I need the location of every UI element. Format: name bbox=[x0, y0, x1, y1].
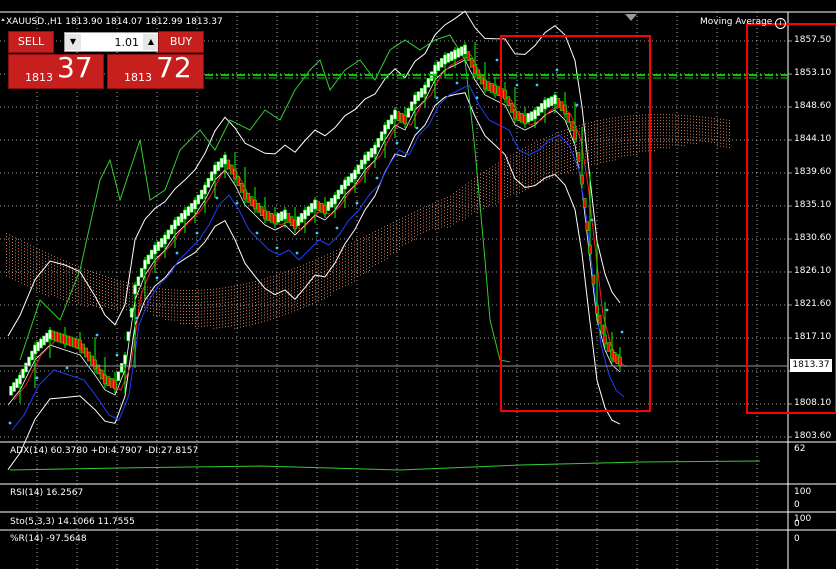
sto-axis-bottom: 0 bbox=[794, 519, 800, 529]
wpr-axis-top: 0 bbox=[794, 534, 800, 544]
sell-price-major: 1813 bbox=[25, 71, 53, 84]
price-axis-tick: 1835.10 bbox=[794, 200, 832, 210]
indicator-label: Moving Average bbox=[700, 17, 773, 27]
price-axis-tick: 1817.10 bbox=[794, 332, 832, 342]
current-price-tag: 1813.37 bbox=[790, 359, 832, 372]
buy-price-major: 1813 bbox=[124, 71, 152, 84]
sell-price-minor: 37 bbox=[57, 51, 93, 84]
price-axis-tick: 1857.50 bbox=[794, 35, 832, 45]
price-axis-tick: 1839.60 bbox=[794, 167, 832, 177]
symbol-header: XAUUSD.,H1 1813.90 1814.07 1812.99 1813.… bbox=[6, 17, 223, 27]
lot-size-input[interactable] bbox=[83, 34, 139, 50]
price-axis-tick: 1826.10 bbox=[794, 266, 832, 276]
rsi-axis-top: 100 bbox=[794, 487, 812, 497]
buy-price-box[interactable]: 1813 72 bbox=[107, 51, 204, 89]
chevron-up-icon[interactable]: ▲ bbox=[143, 34, 159, 50]
lot-size-stepper[interactable]: ▼ ▲ bbox=[64, 32, 160, 52]
adx-label: ADX(14) 60.3780 +DI:4.7907 -DI:27.8157 bbox=[10, 446, 199, 456]
sell-price-box[interactable]: 1813 37 bbox=[8, 51, 104, 89]
buy-button[interactable]: BUY bbox=[158, 31, 204, 53]
sto-label: Sto(5,3,3) 14.1066 11.7555 bbox=[10, 517, 135, 527]
chevron-down-icon[interactable]: ▼ bbox=[65, 34, 81, 50]
wpr-label: %R(14) -97.5648 bbox=[10, 534, 87, 544]
price-axis-tick: 1853.10 bbox=[794, 68, 832, 78]
info-icon[interactable]: i bbox=[775, 18, 786, 29]
rsi-label: RSI(14) 16.2567 bbox=[10, 488, 84, 498]
adx-axis-top: 62 bbox=[794, 444, 806, 454]
price-axis-tick: 1808.10 bbox=[794, 398, 832, 408]
rsi-axis-bottom: 0 bbox=[794, 500, 800, 510]
one-click-trading-panel: SELL ▼ ▲ BUY 1813 37 1813 72 bbox=[8, 31, 204, 89]
price-axis-tick: 1821.60 bbox=[794, 299, 832, 309]
buy-price-minor: 72 bbox=[156, 51, 192, 84]
price-axis-tick: 1844.10 bbox=[794, 134, 832, 144]
price-axis-tick: 1803.60 bbox=[794, 431, 832, 441]
sell-button[interactable]: SELL bbox=[8, 31, 54, 53]
price-axis-tick: 1848.60 bbox=[794, 101, 832, 111]
price-axis-tick: 1830.60 bbox=[794, 233, 832, 243]
